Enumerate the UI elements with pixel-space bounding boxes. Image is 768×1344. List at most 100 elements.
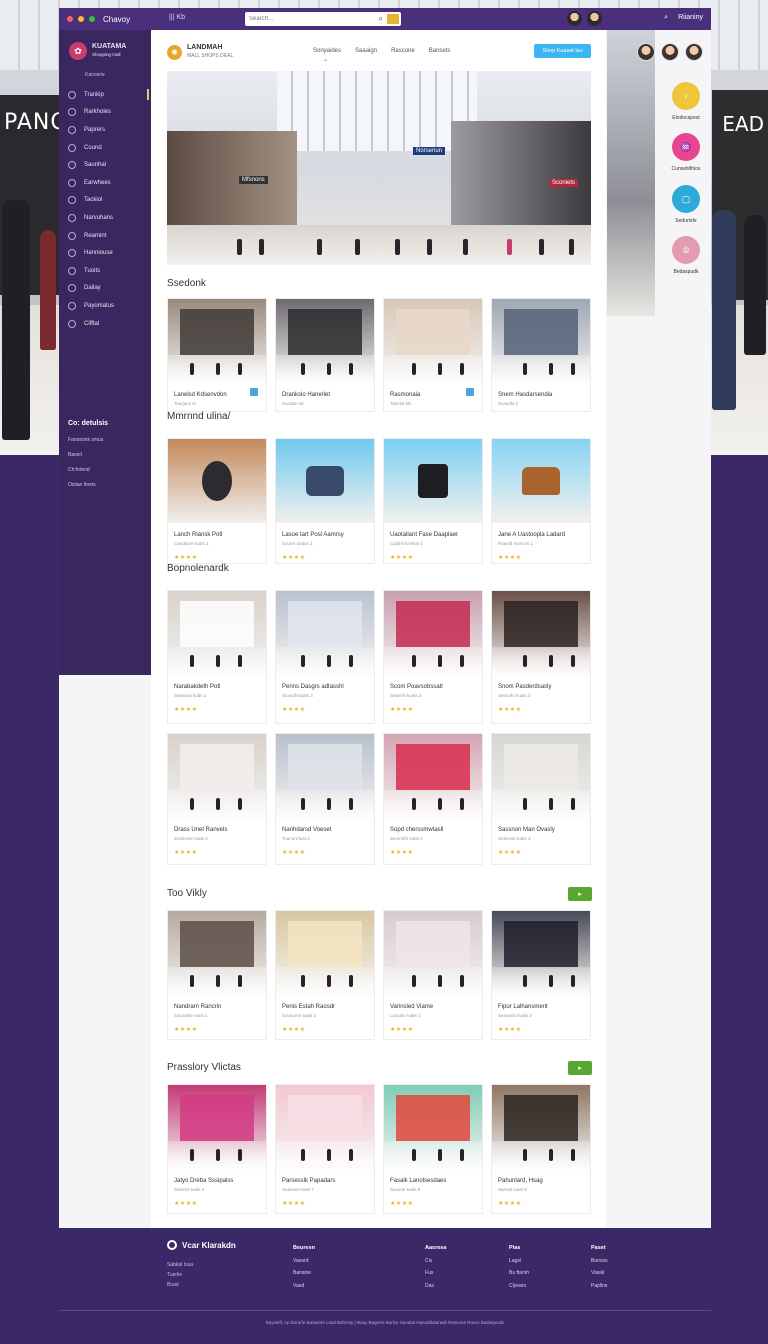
product-card[interactable]: Snem Hasdarsendia Scaudlo 2	[491, 298, 591, 412]
sidebar-item[interactable]: Payomatus	[59, 297, 151, 315]
card-image[interactable]	[384, 299, 482, 383]
sidebar-item[interactable]: Hanniouse	[59, 244, 151, 262]
product-card[interactable]: Lanch Rlansk Potl Canduhre tuuts 1 ★★★★	[167, 438, 267, 564]
close-dot[interactable]	[67, 16, 73, 22]
card-image[interactable]	[492, 911, 590, 995]
footer-link[interactable]: Vaesrd	[293, 1255, 315, 1268]
avatar[interactable]	[685, 43, 703, 61]
product-card[interactable]: Parsesslk Papadars Seanoor tuats 7 ★★★★	[275, 1084, 375, 1214]
sidebar-sub-item[interactable]: Fanosonk smus	[68, 433, 151, 448]
sidebar-item[interactable]: Paprers	[59, 121, 151, 139]
card-image[interactable]	[492, 299, 590, 383]
cta-button[interactable]: Shop Kuasat lau	[534, 44, 591, 58]
footer-link[interactable]: Vaed	[293, 1280, 315, 1293]
bookmark-icon[interactable]	[466, 388, 474, 396]
card-image[interactable]	[492, 1085, 590, 1169]
product-card[interactable]: Penns Dasgrs adtasshl Scaudlt kuats 3 ★★★★	[275, 590, 375, 724]
footer-link[interactable]: Bu ftarsh	[509, 1267, 529, 1280]
footer-link[interactable]: Das	[425, 1280, 446, 1293]
footer-link[interactable]: Fus	[425, 1267, 446, 1280]
card-image[interactable]	[276, 439, 374, 523]
user-label[interactable]: Riianiny	[678, 14, 703, 22]
card-image[interactable]	[168, 591, 266, 675]
nav-item[interactable]: Rascone	[391, 48, 415, 54]
product-card[interactable]: Varinsled Viame Lucsam tuats 1 ★★★★	[383, 910, 483, 1040]
search-icon[interactable]: ⌕	[379, 14, 383, 24]
sidebar-sub-item[interactable]: Baserl	[68, 448, 151, 463]
card-image[interactable]	[384, 911, 482, 995]
product-card[interactable]: Sassnon Man Ovasly Seavone tuats 3 ★★★★	[491, 733, 591, 865]
category-item[interactable]: ▢ Sedurtsfe	[669, 185, 703, 224]
sidebar-item[interactable]: Saunhal	[59, 156, 151, 174]
section-next-button[interactable]: ▸	[568, 1061, 592, 1075]
sidebar-logo[interactable]: ✿ KUATAMA Shopping mall	[69, 42, 151, 60]
card-image[interactable]	[276, 1085, 374, 1169]
product-card[interactable]: Rasmonaia Tanonk Mt	[383, 298, 483, 412]
nav-item[interactable]: Saaaign	[355, 48, 377, 54]
maximize-dot[interactable]	[89, 16, 95, 22]
product-card[interactable]: Snom Pasderdsasly Semurlo kuats 3 ★★★★	[491, 590, 591, 724]
card-image[interactable]	[384, 734, 482, 818]
product-card[interactable]: Jatyo Dreba Sssipalss Sarnhol tuats 4 ★★★★	[167, 1084, 267, 1214]
card-image[interactable]	[276, 591, 374, 675]
card-image[interactable]	[384, 591, 482, 675]
card-image[interactable]	[384, 1085, 482, 1169]
product-card[interactable]: Drass Unet Ranvels Scanome tuats 2 ★★★★	[167, 733, 267, 865]
sidebar-item[interactable]: Tackiol	[59, 192, 151, 210]
nav-item[interactable]: Sonyaides	[313, 48, 341, 54]
sidebar-item[interactable]: Cound	[59, 139, 151, 157]
sidebar-item[interactable]: Tuoits	[59, 262, 151, 280]
footer-brand[interactable]: Vcar Klarakdn	[167, 1240, 236, 1250]
card-image[interactable]	[276, 911, 374, 995]
sidebar-item[interactable]: Reamint	[59, 227, 151, 245]
product-card[interactable]: Fasalk Lanolsesdaes Suusotr tuats 5 ★★★★	[383, 1084, 483, 1214]
card-image[interactable]	[384, 439, 482, 523]
product-card[interactable]: Fipur Lalhansment Seaundo kuats 2 ★★★★	[491, 910, 591, 1040]
card-image[interactable]	[168, 299, 266, 383]
sidebar-sub-item[interactable]: Ch:fotend	[68, 463, 151, 478]
card-image[interactable]	[276, 734, 374, 818]
product-card[interactable]: Nanhdarsd Voeset Tounonl lust 2 ★★★★	[275, 733, 375, 865]
avatar[interactable]	[661, 43, 679, 61]
product-card[interactable]: Lasoe tart Posl Aamrsy Sounrt tuatus 1 ★★★…	[275, 438, 375, 564]
card-image[interactable]	[492, 734, 590, 818]
footer-link[interactable]: Vlaskl	[591, 1267, 608, 1280]
avatar[interactable]	[567, 11, 582, 26]
product-card[interactable]: Sopd cherssmwtasll Seomnfo tuats 2 ★★★★	[383, 733, 483, 865]
sidebar-item[interactable]: Cifftal	[59, 315, 151, 333]
sidebar-sub-item[interactable]: Oxtaw Itoets	[68, 478, 151, 493]
footer-link[interactable]: Clyears	[509, 1280, 529, 1293]
bookmark-icon[interactable]	[250, 388, 258, 396]
footer-link[interactable]: Lagel	[509, 1255, 529, 1268]
card-image[interactable]	[276, 299, 374, 383]
avatar[interactable]	[587, 11, 602, 26]
card-image[interactable]	[168, 1085, 266, 1169]
menu-label[interactable]: ||| Kb	[169, 14, 185, 21]
brand-logo[interactable]: ✺ LANDMAH MALL SHOPS DEAL	[167, 44, 233, 60]
search-icon[interactable]: ⌕	[664, 14, 668, 22]
search-submit-button[interactable]	[387, 14, 399, 24]
category-item[interactable]: ♔ Bedaspudk	[669, 236, 703, 275]
product-card[interactable]: Jane A Uastoopla Ladard Ruandl muncns 1 ★★…	[491, 438, 591, 564]
footer-link[interactable]: Papllns	[591, 1280, 608, 1293]
sidebar-item[interactable]: Dailay	[59, 280, 151, 298]
product-card[interactable]: Narabakdeth Potl Sealoma kuds 2 ★★★★	[167, 590, 267, 724]
card-image[interactable]	[492, 591, 590, 675]
footer-link[interactable]: Bansine	[293, 1267, 315, 1280]
search-input[interactable]	[249, 16, 369, 22]
product-card[interactable]: Penis Estah Raosdr Sounome tuats 2 ★★★★	[275, 910, 375, 1040]
product-card[interactable]: Uaotallant Fase Daaplaer Caidnt ilvnstus …	[383, 438, 483, 564]
footer-link[interactable]: Bunoss	[591, 1255, 608, 1268]
category-item[interactable]: ♒ Cunsetidhios	[669, 133, 703, 172]
sidebar-item[interactable]: Trankip	[59, 86, 151, 104]
product-card[interactable]: Pahunlard, Hsag Sariost tuats 5 ★★★★	[491, 1084, 591, 1214]
product-card[interactable]: Scom Poavsobssatl Searmb kuats 3 ★★★★	[383, 590, 483, 724]
category-item[interactable]: ♀ Elodocapest	[669, 82, 703, 121]
card-image[interactable]	[492, 439, 590, 523]
section-next-button[interactable]: ▸	[568, 887, 592, 901]
card-image[interactable]	[168, 439, 266, 523]
product-card[interactable]: Lanelsd Kdsenvdon Taurjaus ts	[167, 298, 267, 412]
card-image[interactable]	[168, 734, 266, 818]
sidebar-item[interactable]: Rarkholes	[59, 104, 151, 122]
avatar[interactable]	[637, 43, 655, 61]
